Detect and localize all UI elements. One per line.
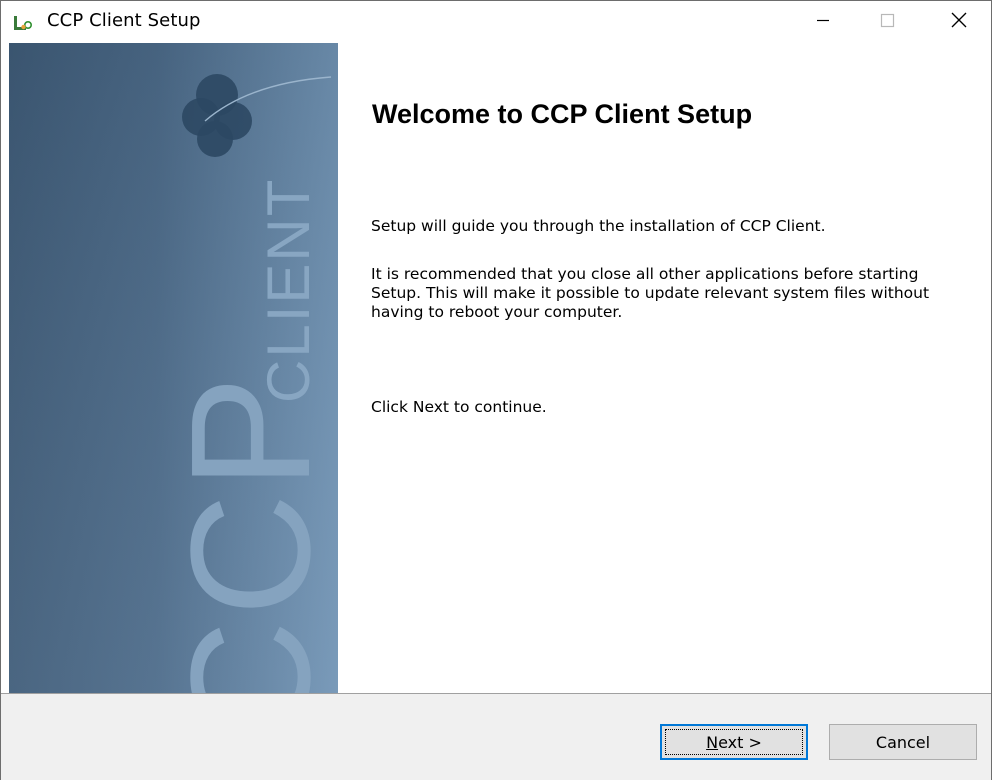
next-label-rest: ext >: [718, 732, 762, 752]
cancel-button-label: Cancel: [875, 732, 931, 752]
intro-text: Setup will guide you through the install…: [371, 217, 826, 235]
cancel-button[interactable]: Cancel: [829, 724, 977, 760]
banner-image: CLIENT CCP: [9, 43, 338, 693]
recommendation-text: It is recommended that you close all oth…: [371, 265, 930, 321]
button-bar: Next > Cancel: [1, 693, 991, 780]
banner-brand-small: CLIENT: [255, 178, 322, 403]
next-accelerator: N: [706, 732, 719, 752]
page-title: Welcome to CCP Client Setup: [372, 99, 753, 129]
minimize-button[interactable]: [791, 1, 855, 43]
next-button[interactable]: Next >: [660, 724, 808, 760]
maximize-icon: [879, 12, 895, 32]
maximize-button[interactable]: [855, 1, 919, 43]
close-button[interactable]: [927, 1, 991, 43]
title-bar[interactable]: CCP Client Setup: [1, 1, 991, 43]
next-button-label: Next >: [706, 733, 762, 752]
continue-instruction: Click Next to continue.: [371, 398, 547, 416]
window-title: CCP Client Setup: [47, 10, 201, 31]
minimize-icon: [815, 12, 831, 32]
welcome-panel: Welcome to CCP Client Setup Setup will g…: [338, 43, 991, 693]
close-icon: [950, 11, 968, 33]
banner-brand-large: CCP: [156, 372, 338, 693]
installer-icon: [13, 14, 35, 32]
setup-window: CCP Client Setup CLIENT CCP Welcome to C…: [0, 0, 992, 780]
